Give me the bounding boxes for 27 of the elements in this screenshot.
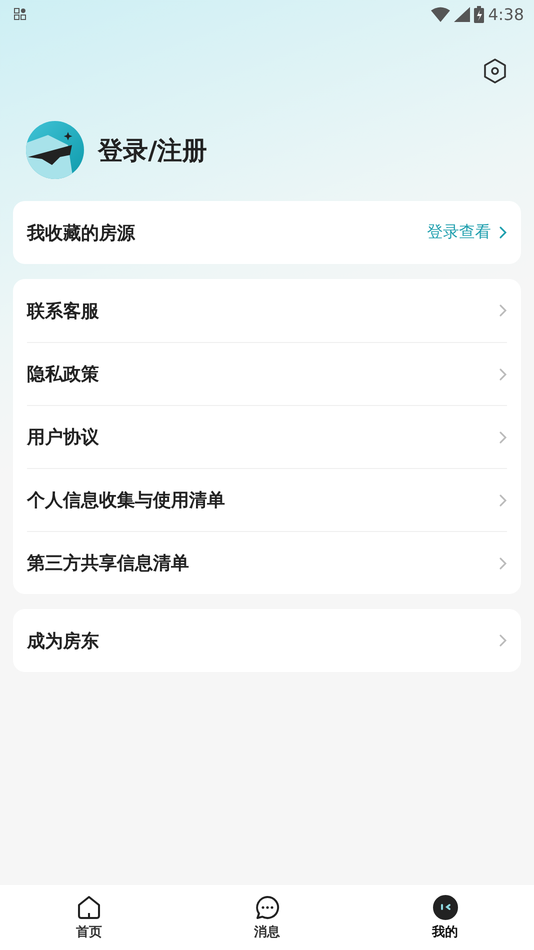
tab[interactable]: 消息 bbox=[178, 885, 356, 950]
chevron-right-icon bbox=[499, 634, 507, 647]
menu-item[interactable]: 第三方共享信息清单 bbox=[27, 551, 189, 575]
signal-icon bbox=[454, 6, 470, 22]
menu-item[interactable]: 用户协议 bbox=[27, 425, 99, 449]
chevron-right-icon bbox=[499, 226, 507, 239]
apps-icon bbox=[14, 8, 26, 20]
battery-icon bbox=[474, 6, 484, 22]
face-icon bbox=[432, 894, 458, 920]
favorites-label: 我收藏的房源 bbox=[27, 222, 135, 244]
chevron-right-icon bbox=[499, 494, 507, 506]
menu-item[interactable]: 联系客服 bbox=[27, 298, 99, 322]
home-icon bbox=[77, 894, 101, 920]
chevron-right-icon bbox=[499, 430, 507, 444]
tab[interactable]: 首页 bbox=[0, 885, 178, 950]
menu-item[interactable]: 个人信息收集与使用清单 bbox=[27, 488, 225, 512]
menu-item[interactable]: 隐私政策 bbox=[27, 362, 99, 386]
status-time: 4:38 bbox=[488, 4, 524, 24]
wifi-icon bbox=[431, 6, 450, 22]
chevron-right-icon bbox=[499, 304, 507, 317]
login-register-link[interactable]: 登录/注册 bbox=[98, 134, 208, 166]
chevron-right-icon bbox=[499, 556, 507, 570]
menu-item[interactable]: 成为房东 bbox=[27, 628, 99, 652]
settings-icon[interactable] bbox=[483, 58, 507, 84]
chevron-right-icon bbox=[499, 368, 507, 380]
chat-icon bbox=[254, 894, 280, 920]
tab[interactable]: 我的 bbox=[356, 885, 534, 950]
